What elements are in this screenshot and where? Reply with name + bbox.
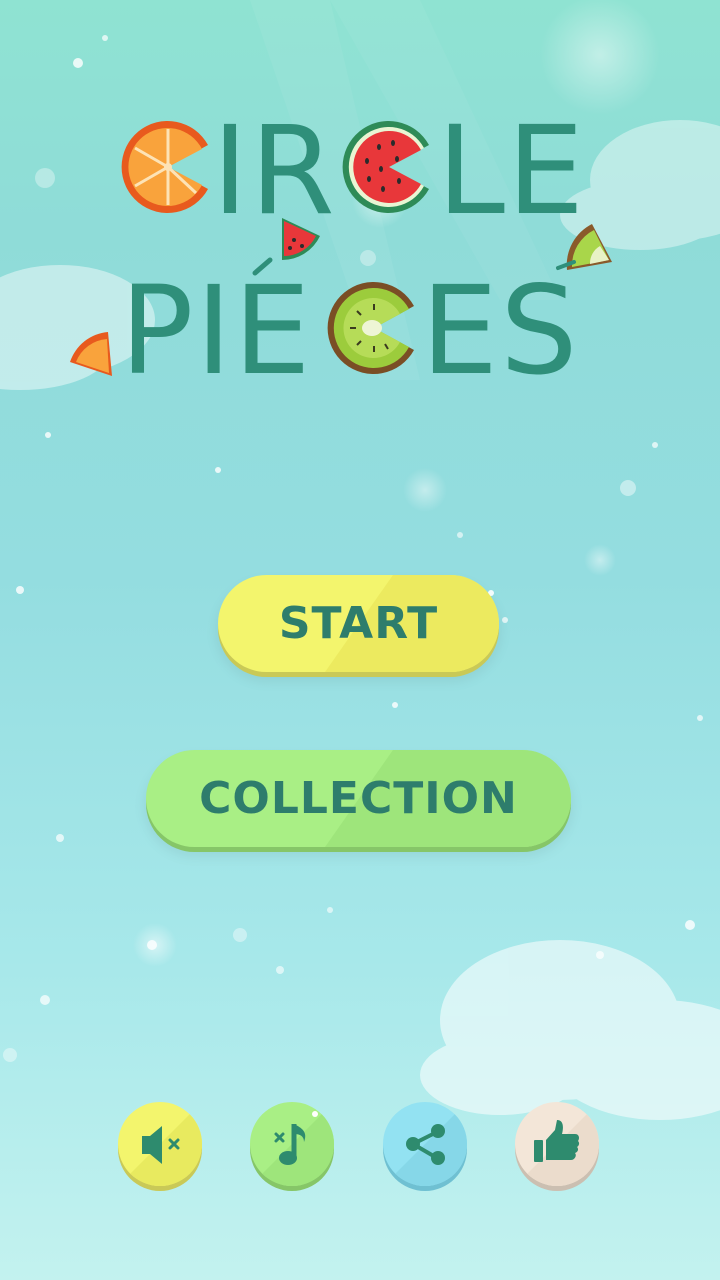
- music-note-mute-icon: [274, 1111, 318, 1165]
- orange-slice-icon: [70, 332, 112, 376]
- collection-button[interactable]: COLLECTION: [146, 750, 571, 847]
- title-line2-end: ES: [421, 260, 580, 402]
- kiwi-icon: [327, 282, 414, 374]
- orange-icon: [121, 121, 209, 213]
- cloud-bottom-right: [420, 940, 720, 1120]
- game-title-logo: IR LE PIE ES: [70, 100, 612, 402]
- share-icon: [406, 1124, 445, 1165]
- music-toggle-button[interactable]: [250, 1102, 334, 1186]
- title-line2-start: PIE: [120, 260, 313, 402]
- sound-toggle-button[interactable]: [118, 1102, 202, 1186]
- like-button[interactable]: [515, 1102, 599, 1186]
- title-line1-rest: IR: [212, 100, 337, 242]
- start-button[interactable]: START: [218, 575, 499, 672]
- collection-button-label: COLLECTION: [199, 773, 518, 824]
- share-button[interactable]: [383, 1102, 467, 1186]
- thumbs-up-icon: [534, 1120, 580, 1162]
- watermelon-icon: [342, 121, 429, 213]
- speaker-mute-icon: [142, 1126, 180, 1164]
- start-button-label: START: [278, 598, 439, 649]
- title-line1-end: LE: [437, 100, 586, 242]
